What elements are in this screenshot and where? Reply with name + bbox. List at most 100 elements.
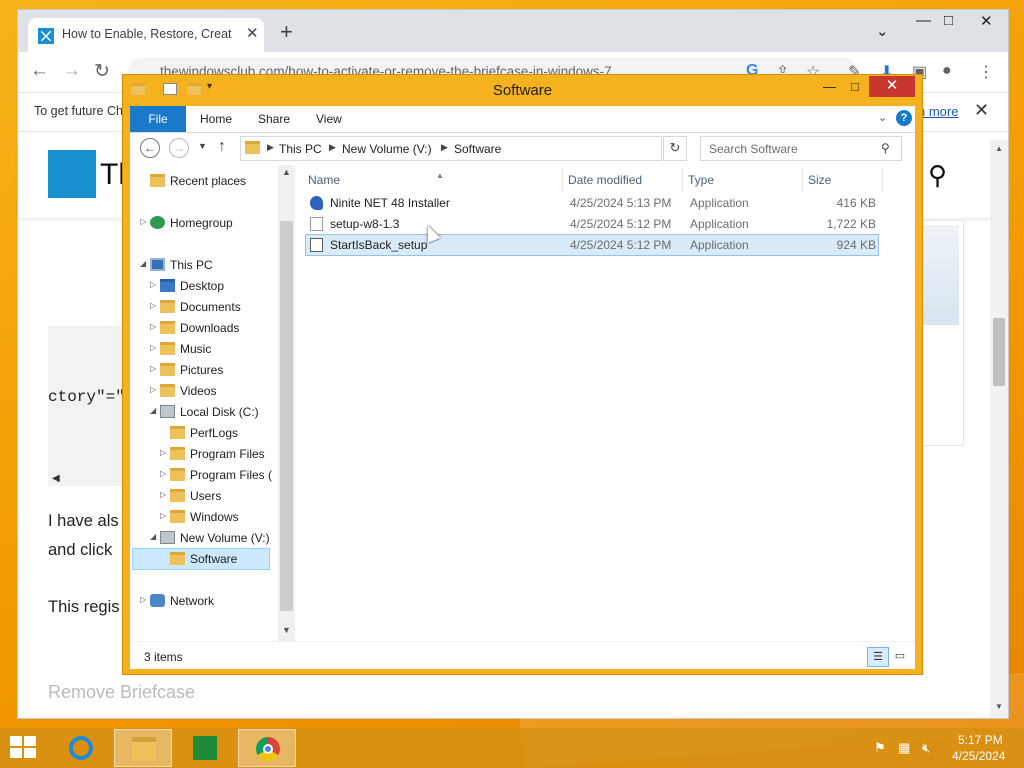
start-button-icon[interactable] bbox=[10, 736, 38, 760]
tab-file[interactable]: File bbox=[130, 106, 186, 132]
nav-music[interactable]: ▷ Music bbox=[150, 339, 276, 359]
code-scroll-left-icon[interactable]: ◀ bbox=[52, 473, 60, 484]
column-header-size[interactable]: Size bbox=[808, 173, 831, 187]
refresh-icon[interactable]: ↻ bbox=[663, 136, 687, 161]
nav-local-disk-c[interactable]: ◢ Local Disk (C:) bbox=[150, 402, 276, 422]
close-icon[interactable]: ✕ bbox=[869, 76, 915, 97]
expand-ribbon-icon[interactable]: ⌄ bbox=[878, 111, 887, 124]
breadcrumb-this-pc[interactable]: This PC bbox=[279, 142, 322, 156]
expand-arrow-icon[interactable]: ▷ bbox=[150, 280, 156, 289]
collapse-arrow-icon[interactable]: ◢ bbox=[150, 532, 156, 541]
taskbar-chrome[interactable] bbox=[238, 729, 296, 767]
clock-time[interactable]: 5:17 PM bbox=[958, 733, 1003, 747]
action-center-flag-icon[interactable]: ⚑ bbox=[874, 740, 886, 756]
breadcrumb-separator-icon[interactable]: ▶ bbox=[329, 142, 336, 153]
file-row[interactable]: Ninite NET 48 Installer 4/25/2024 5:13 P… bbox=[306, 193, 878, 213]
clock-date[interactable]: 4/25/2024 bbox=[952, 749, 1005, 763]
column-divider[interactable] bbox=[562, 169, 563, 191]
nav-pictures[interactable]: ▷ Pictures bbox=[150, 360, 276, 380]
tab-close-icon[interactable]: ✕ bbox=[246, 24, 259, 42]
nav-this-pc[interactable]: ◢ This PC bbox=[140, 255, 276, 275]
column-divider[interactable] bbox=[682, 169, 683, 191]
nav-windows[interactable]: ▷ Windows bbox=[160, 507, 276, 527]
scroll-up-icon[interactable]: ▲ bbox=[995, 144, 1003, 153]
expand-arrow-icon[interactable]: ▷ bbox=[150, 364, 156, 373]
column-header-type[interactable]: Type bbox=[688, 173, 714, 187]
tab-share[interactable]: Share bbox=[258, 112, 290, 126]
collapse-arrow-icon[interactable]: ◢ bbox=[140, 259, 146, 268]
menu-kebab-icon[interactable]: ⋮ bbox=[978, 62, 994, 82]
breadcrumb-separator-icon[interactable]: ▶ bbox=[441, 142, 448, 153]
nav-recent-places[interactable]: Recent places bbox=[140, 171, 276, 191]
breadcrumb-separator-icon[interactable]: ▶ bbox=[267, 142, 274, 153]
tab-home[interactable]: Home bbox=[200, 112, 232, 126]
page-scroll-thumb[interactable] bbox=[993, 318, 1005, 386]
expand-arrow-icon[interactable]: ▷ bbox=[150, 343, 156, 352]
site-search-icon[interactable]: ⚲ bbox=[928, 160, 947, 191]
expand-arrow-icon[interactable]: ▷ bbox=[160, 448, 166, 457]
explorer-titlebar[interactable]: ▾ Software — □ ✕ bbox=[123, 75, 922, 105]
nav-network[interactable]: ▷ Network bbox=[140, 591, 276, 611]
profile-avatar-icon[interactable]: ● bbox=[942, 62, 952, 80]
nav-documents[interactable]: ▷ Documents bbox=[150, 297, 276, 317]
collapse-arrow-icon[interactable]: ◢ bbox=[150, 406, 156, 415]
back-arrow-icon[interactable]: ← bbox=[30, 60, 49, 82]
expand-arrow-icon[interactable]: ▷ bbox=[140, 217, 146, 226]
expand-arrow-icon[interactable]: ▷ bbox=[160, 511, 166, 520]
expand-arrow-icon[interactable]: ▷ bbox=[160, 469, 166, 478]
nav-program-files[interactable]: ▷ Program Files bbox=[160, 444, 276, 464]
expand-arrow-icon[interactable]: ▷ bbox=[150, 301, 156, 310]
back-icon[interactable]: ← bbox=[140, 138, 160, 158]
minimize-icon[interactable]: — bbox=[916, 12, 931, 29]
address-bar[interactable]: ▶ This PC ▶ New Volume (V:) ▶ Software ⌄ bbox=[240, 136, 768, 161]
file-row-selected[interactable]: StartIsBack_setup 4/25/2024 5:12 PM Appl… bbox=[305, 234, 879, 256]
browser-tab[interactable]: How to Enable, Restore, Create B ✕ bbox=[28, 18, 264, 52]
page-scrollbar[interactable]: ▲ ▼ bbox=[990, 140, 1008, 718]
nav-homegroup[interactable]: ▷ Homegroup bbox=[140, 213, 276, 233]
taskbar-store[interactable] bbox=[176, 729, 234, 767]
column-divider[interactable] bbox=[802, 169, 803, 191]
scroll-down-icon[interactable]: ▼ bbox=[282, 625, 291, 635]
up-arrow-icon[interactable]: ↑ bbox=[218, 138, 226, 156]
search-input[interactable]: Search Software ⚲ bbox=[700, 136, 902, 161]
file-row[interactable]: setup-w8-1.3 4/25/2024 5:12 PM Applicati… bbox=[306, 214, 878, 234]
close-icon[interactable]: ✕ bbox=[980, 12, 993, 30]
nav-videos[interactable]: ▷ Videos bbox=[150, 381, 276, 401]
sidebar-thumbnail[interactable] bbox=[918, 220, 964, 446]
column-divider[interactable] bbox=[882, 169, 883, 191]
tab-view[interactable]: View bbox=[316, 112, 342, 126]
help-icon[interactable]: ? bbox=[896, 110, 912, 126]
details-view-icon[interactable]: ☰ bbox=[867, 647, 889, 667]
network-tray-icon[interactable]: ▦ bbox=[898, 740, 910, 756]
forward-arrow-icon[interactable]: → bbox=[62, 60, 81, 82]
column-header-name[interactable]: Name ▲ bbox=[308, 171, 444, 187]
tab-search-chevron-icon[interactable]: ⌄ bbox=[876, 22, 889, 40]
expand-arrow-icon[interactable]: ▷ bbox=[150, 322, 156, 331]
breadcrumb-new-volume[interactable]: New Volume (V:) bbox=[342, 142, 432, 156]
maximize-icon[interactable]: □ bbox=[851, 79, 859, 94]
reload-icon[interactable]: ↻ bbox=[94, 60, 110, 83]
column-header-date[interactable]: Date modified bbox=[568, 173, 642, 187]
nav-new-volume-v[interactable]: ◢ New Volume (V:) bbox=[150, 528, 276, 548]
scroll-thumb[interactable] bbox=[280, 221, 293, 611]
new-tab-icon[interactable]: + bbox=[280, 21, 293, 43]
recent-locations-icon[interactable]: ▼ bbox=[198, 141, 207, 151]
expand-arrow-icon[interactable]: ▷ bbox=[150, 385, 156, 394]
nav-software[interactable]: Software bbox=[132, 548, 270, 570]
nav-downloads[interactable]: ▷ Downloads bbox=[150, 318, 276, 338]
taskbar-internet-explorer[interactable] bbox=[52, 729, 110, 767]
breadcrumb-software[interactable]: Software bbox=[454, 142, 501, 156]
taskbar-file-explorer[interactable] bbox=[114, 729, 172, 767]
nav-users[interactable]: ▷ Users bbox=[160, 486, 276, 506]
scroll-up-icon[interactable]: ▲ bbox=[282, 167, 291, 177]
site-logo-icon[interactable] bbox=[48, 150, 96, 198]
nav-perflogs[interactable]: PerfLogs bbox=[160, 423, 276, 443]
large-icons-view-icon[interactable]: ▭ bbox=[891, 647, 909, 665]
minimize-icon[interactable]: — bbox=[823, 79, 836, 94]
nav-program-files-x86[interactable]: ▷ Program Files ( bbox=[160, 465, 276, 485]
expand-arrow-icon[interactable]: ▷ bbox=[140, 595, 146, 604]
scroll-down-icon[interactable]: ▼ bbox=[995, 702, 1003, 711]
volume-muted-icon[interactable]: 🔇︎ bbox=[922, 740, 930, 756]
info-bar-close-icon[interactable]: ✕ bbox=[974, 100, 989, 121]
maximize-icon[interactable]: □ bbox=[944, 12, 953, 29]
